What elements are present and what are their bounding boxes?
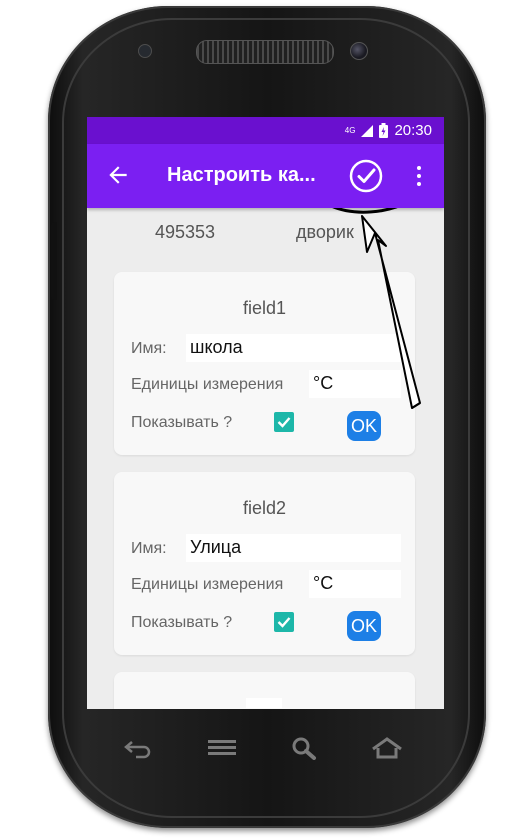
field-card: field1 Имя: школа Единицы измерения °C П… — [114, 272, 415, 455]
network-type: 4G — [344, 126, 356, 135]
show-label: Показывать ? — [131, 614, 233, 631]
screen: 4G 20:30 Настроить ка... 495353 дворик f… — [87, 117, 444, 709]
home-icon[interactable] — [370, 736, 404, 760]
proximity-sensor — [138, 44, 152, 58]
back-icon[interactable] — [122, 736, 154, 760]
show-label: Показывать ? — [131, 414, 233, 431]
show-checkbox[interactable] — [274, 612, 294, 632]
name-label: Имя: — [131, 340, 167, 357]
menu-icon[interactable] — [206, 736, 238, 760]
check-icon — [277, 417, 291, 428]
ok-button[interactable]: OK — [347, 411, 381, 441]
status-time: 20:30 — [394, 122, 432, 139]
device-name: дворик — [296, 222, 354, 242]
field-title: field2 — [242, 498, 287, 518]
content-scroll[interactable]: 495353 дворик field1 Имя: школа Единицы … — [87, 208, 444, 709]
unit-label: Единицы измерения — [131, 576, 284, 593]
unit-input[interactable]: °C — [309, 370, 401, 398]
field-card — [114, 672, 415, 709]
check-circle-icon[interactable] — [348, 158, 384, 194]
name-label: Имя: — [131, 540, 167, 557]
volume-button — [51, 222, 57, 300]
name-input[interactable]: Улица — [186, 534, 401, 562]
search-icon[interactable] — [290, 736, 318, 760]
battery-icon — [379, 123, 389, 138]
check-icon — [277, 617, 291, 628]
field-title: field1 — [242, 298, 287, 318]
field-title-placeholder — [246, 698, 282, 708]
earpiece-speaker — [196, 40, 334, 64]
arrow-back-icon[interactable] — [105, 162, 131, 188]
signal-icon — [361, 124, 374, 137]
status-bar: 4G 20:30 — [87, 117, 444, 144]
device-id: 495353 — [155, 222, 216, 242]
unit-input[interactable]: °C — [309, 570, 401, 598]
unit-label: Единицы измерения — [131, 376, 284, 393]
app-bar: Настроить ка... — [87, 144, 444, 208]
more-vert-icon[interactable] — [416, 166, 422, 188]
ok-button[interactable]: OK — [347, 611, 381, 641]
field-card: field2 Имя: Улица Единицы измерения °C П… — [114, 472, 415, 655]
front-camera — [350, 42, 368, 60]
page-title: Настроить ка... — [167, 164, 316, 186]
name-input[interactable]: школа — [186, 334, 401, 362]
show-checkbox[interactable] — [274, 412, 294, 432]
